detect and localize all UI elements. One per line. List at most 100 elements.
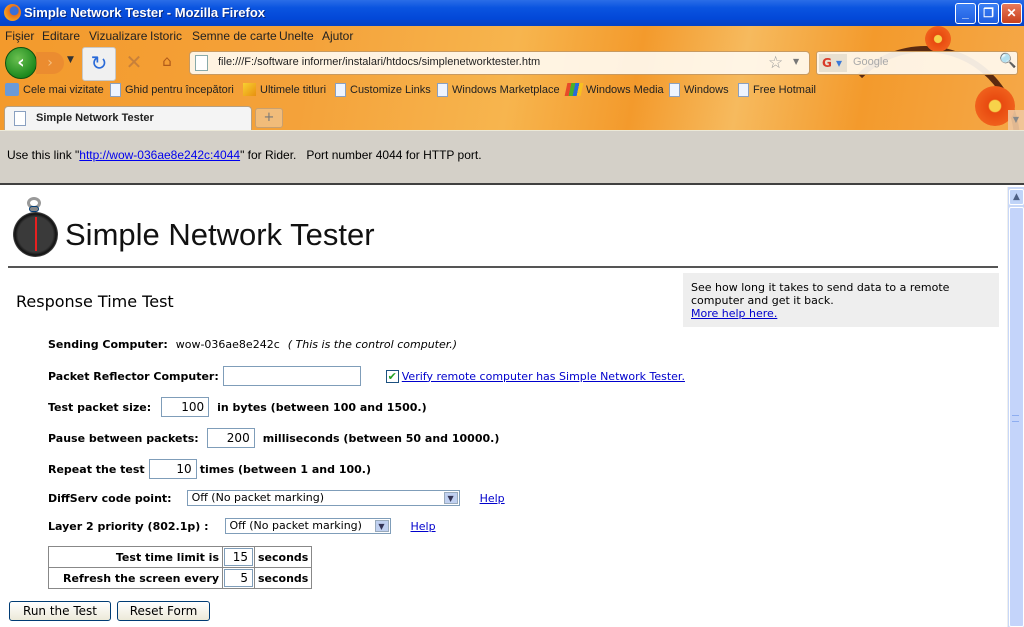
menu-history[interactable]: Istoric <box>150 29 182 43</box>
tab-simple-network-tester[interactable]: Simple Network Tester <box>4 106 252 130</box>
bookmark-item[interactable]: Free Hotmail <box>738 83 816 97</box>
page-icon <box>669 83 680 97</box>
tab-list-button[interactable]: ▼ <box>1008 110 1024 130</box>
app-title: Simple Network Tester <box>65 217 375 252</box>
more-help-link[interactable]: More help here. <box>691 307 777 320</box>
back-button[interactable]: ‹ <box>5 47 37 79</box>
search-bar[interactable]: G ▾ Google 🔍 <box>816 51 1018 75</box>
menu-help[interactable]: Ajutor <box>322 29 353 43</box>
diffserv-help-link[interactable]: Help <box>480 492 505 505</box>
menu-file[interactable]: Fişier <box>5 29 34 43</box>
menu-view[interactable]: Vizualizare <box>89 29 147 43</box>
verify-link[interactable]: Verify remote computer has Simple Networ… <box>402 370 685 383</box>
repeat-input[interactable] <box>148 459 197 479</box>
time-limit-label: Test time limit is <box>48 546 223 568</box>
close-button[interactable]: ✕ <box>1001 3 1022 24</box>
page-icon <box>738 83 749 97</box>
bookmark-item[interactable]: Windows Media <box>564 83 664 96</box>
repeat-label: Repeat the test <box>48 462 145 476</box>
home-button[interactable]: ⌂ <box>157 52 177 72</box>
refresh-input[interactable] <box>224 569 253 587</box>
limits-table: Test time limit is seconds Refresh the s… <box>48 546 313 589</box>
reflector-row: Packet Reflector Computer: ✔ Verify remo… <box>48 366 685 386</box>
url-text[interactable]: file:///F:/software informer/instalari/h… <box>218 56 540 68</box>
layer2-label: Layer 2 priority (802.1p) : <box>48 519 209 533</box>
refresh-label: Refresh the screen every <box>48 567 223 589</box>
firefox-icon <box>4 4 21 21</box>
verify-checkbox[interactable]: ✔ <box>385 369 399 383</box>
forward-button[interactable]: › <box>36 52 64 74</box>
packet-size-hint: in bytes (between 100 and 1500.) <box>217 400 427 414</box>
bookmark-item[interactable]: Ghid pentru începători <box>110 83 234 97</box>
pause-input[interactable] <box>206 428 255 448</box>
bookmark-item[interactable]: Ultimele titluri <box>243 83 326 96</box>
url-dropdown-icon[interactable]: ▼ <box>793 57 799 66</box>
menu-bookmarks[interactable]: Semne de carte <box>192 29 277 43</box>
bookmark-item[interactable]: Customize Links <box>335 83 431 97</box>
windows-icon <box>564 83 584 96</box>
browser-chrome: Fişier Editare Vizualizare Istoric Semne… <box>0 26 1024 130</box>
history-dropdown-icon[interactable]: ▼ <box>67 55 74 65</box>
stopwatch-icon <box>13 197 59 259</box>
bookmark-star-icon[interactable]: ☆ <box>768 53 783 73</box>
restore-button[interactable]: ❐ <box>978 3 999 24</box>
pause-hint: milliseconds (between 50 and 10000.) <box>262 431 500 445</box>
pause-row: Pause between packets: milliseconds (bet… <box>48 428 499 448</box>
layer2-select[interactable]: Off (No packet marking) ▼ <box>224 518 391 534</box>
navigation-toolbar: ‹ › ▼ ↻ ✕ ⌂ file:///F:/software informer… <box>0 46 1024 81</box>
tab-label: Simple Network Tester <box>36 112 154 124</box>
packet-size-row: Test packet size: in bytes (between 100 … <box>48 397 427 417</box>
vertical-scrollbar[interactable]: ▲ <box>1007 187 1024 627</box>
pause-label: Pause between packets: <box>48 431 199 445</box>
chevron-down-icon[interactable]: ▼ <box>374 520 389 532</box>
notice-message: Use this link "http://wow-036ae8e242c:40… <box>7 148 482 162</box>
rider-link[interactable]: http://wow-036ae8e242c:4044 <box>79 148 240 162</box>
repeat-hint: times (between 1 and 100.) <box>199 462 371 476</box>
stop-button[interactable]: ✕ <box>124 52 144 72</box>
time-limit-unit: seconds <box>253 546 313 568</box>
time-limit-input[interactable] <box>224 548 253 566</box>
new-tab-button[interactable]: + <box>255 108 283 128</box>
grip-icon <box>1012 415 1019 422</box>
refresh-unit: seconds <box>253 567 313 589</box>
sending-computer-row: Sending Computer: wow-036ae8e242c ( This… <box>48 338 457 351</box>
bookmark-item[interactable]: Windows Marketplace <box>437 83 560 97</box>
packet-size-input[interactable] <box>161 397 210 417</box>
search-input[interactable]: Google <box>853 56 888 68</box>
bookmark-item[interactable]: Cele mai vizitate <box>5 83 104 96</box>
sending-computer-value: wow-036ae8e242c <box>175 338 280 351</box>
scroll-up-icon[interactable]: ▲ <box>1009 189 1024 205</box>
search-magnifier-icon[interactable]: 🔍 <box>999 53 1016 69</box>
page-icon <box>437 83 448 97</box>
title-divider <box>8 266 998 268</box>
google-icon[interactable]: G ▾ <box>819 54 847 72</box>
window-titlebar: Simple Network Tester - Mozilla Firefox … <box>0 0 1024 26</box>
page-icon <box>110 83 121 97</box>
layer2-help-link[interactable]: Help <box>411 520 436 533</box>
reset-form-button[interactable]: Reset Form <box>117 601 210 621</box>
packet-size-label: Test packet size: <box>48 400 152 414</box>
page-icon <box>14 111 26 126</box>
menu-tools[interactable]: Unelte <box>279 29 314 43</box>
smart-folder-icon <box>5 83 19 96</box>
section-title: Response Time Test <box>16 292 174 311</box>
page-content: Simple Network Tester Response Time Test… <box>0 187 1007 627</box>
reflector-computer-input[interactable] <box>222 366 361 386</box>
reflector-label: Packet Reflector Computer: <box>48 369 219 383</box>
url-bar[interactable]: file:///F:/software informer/instalari/h… <box>189 51 810 75</box>
reload-button[interactable]: ↻ <box>82 47 116 81</box>
minimize-button[interactable]: _ <box>955 3 976 24</box>
diffserv-select[interactable]: Off (No packet marking) ▼ <box>186 490 460 506</box>
menu-edit[interactable]: Editare <box>42 29 80 43</box>
chevron-down-icon[interactable]: ▼ <box>443 492 458 504</box>
table-row: Refresh the screen every seconds <box>48 567 313 589</box>
page-icon <box>335 83 346 97</box>
layer2-row: Layer 2 priority (802.1p) : Off (No pack… <box>48 518 436 534</box>
sending-computer-note: ( This is the control computer.) <box>287 338 458 351</box>
diffserv-row: DiffServ code point: Off (No packet mark… <box>48 490 505 506</box>
page-icon <box>195 55 208 71</box>
bookmarks-toolbar: Cele mai vizitate Ghid pentru începători… <box>0 83 1024 101</box>
bookmark-item[interactable]: Windows <box>669 83 729 97</box>
window-title: Simple Network Tester - Mozilla Firefox <box>24 5 266 20</box>
run-test-button[interactable]: Run the Test <box>9 601 111 621</box>
